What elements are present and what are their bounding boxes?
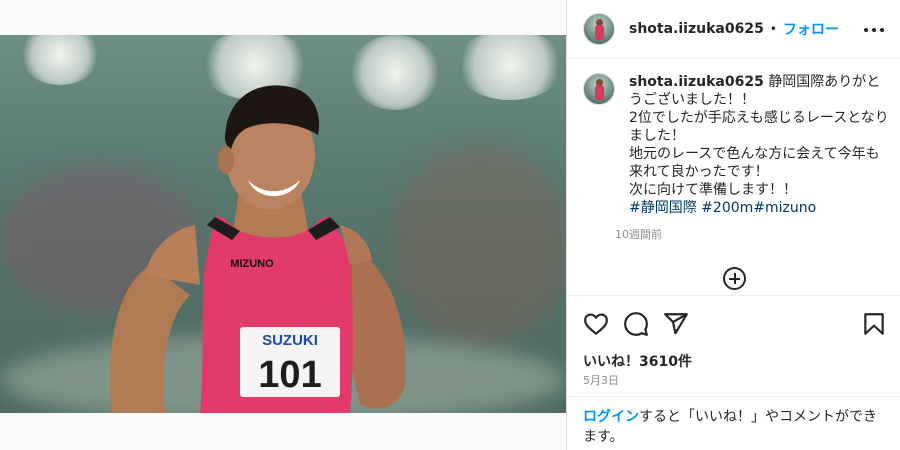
bookmark-icon[interactable]: [861, 311, 887, 337]
post-header: shota.iizuka0625 • フォロー: [567, 0, 900, 59]
post-photo[interactable]: SUZUKI 101 MIZUNO: [0, 35, 566, 413]
more-options-icon[interactable]: [864, 20, 884, 40]
follow-button[interactable]: フォロー: [783, 19, 839, 39]
action-bar: いいね！3610件 5月3日: [567, 295, 900, 395]
login-link[interactable]: ログイン: [583, 409, 639, 425]
load-more-comments-icon[interactable]: [723, 267, 746, 290]
caption-body: shota.iizuka0625 静岡国際ありがとうございました！！ 2位でした…: [629, 73, 889, 217]
caption-timestamp[interactable]: 10週間前: [615, 226, 889, 242]
caption-text: 静岡国際ありがとうございました！！ 2位でしたが手応えも感じるレースとなりました…: [629, 74, 889, 198]
caption: shota.iizuka0625 静岡国際ありがとうございました！！ 2位でした…: [583, 73, 889, 242]
caption-hashtags: #静岡国際 #200m#mizuno: [629, 200, 816, 216]
bib-sponsor: SUZUKI: [262, 332, 318, 349]
caption-username[interactable]: shota.iizuka0625: [629, 74, 764, 90]
bib-number: 101: [258, 354, 321, 396]
post-sidebar: shota.iizuka0625 • フォロー shota.iizuka0625…: [566, 0, 900, 450]
post-media-area: SUZUKI 101 MIZUNO: [0, 0, 566, 450]
caption-avatar[interactable]: [583, 73, 615, 105]
heart-icon[interactable]: [583, 311, 609, 337]
hashtag-mizuno[interactable]: #mizuno: [753, 200, 816, 216]
share-icon[interactable]: [663, 311, 689, 337]
hashtag-200m[interactable]: #200m: [697, 200, 753, 216]
hashtag-shizuoka[interactable]: #静岡国際: [629, 200, 697, 216]
header-username[interactable]: shota.iizuka0625: [629, 21, 764, 37]
post-date[interactable]: 5月3日: [583, 372, 619, 388]
athlete-illustration: SUZUKI 101 MIZUNO: [110, 85, 406, 413]
login-prompt: ログインすると「いいね！」やコメントができます。: [567, 396, 900, 450]
singlet-brand: MIZUNO: [230, 258, 274, 270]
comment-icon[interactable]: [623, 311, 649, 337]
avatar[interactable]: [583, 13, 615, 45]
header-separator: •: [769, 22, 777, 36]
likes-count[interactable]: いいね！3610件: [583, 351, 692, 371]
